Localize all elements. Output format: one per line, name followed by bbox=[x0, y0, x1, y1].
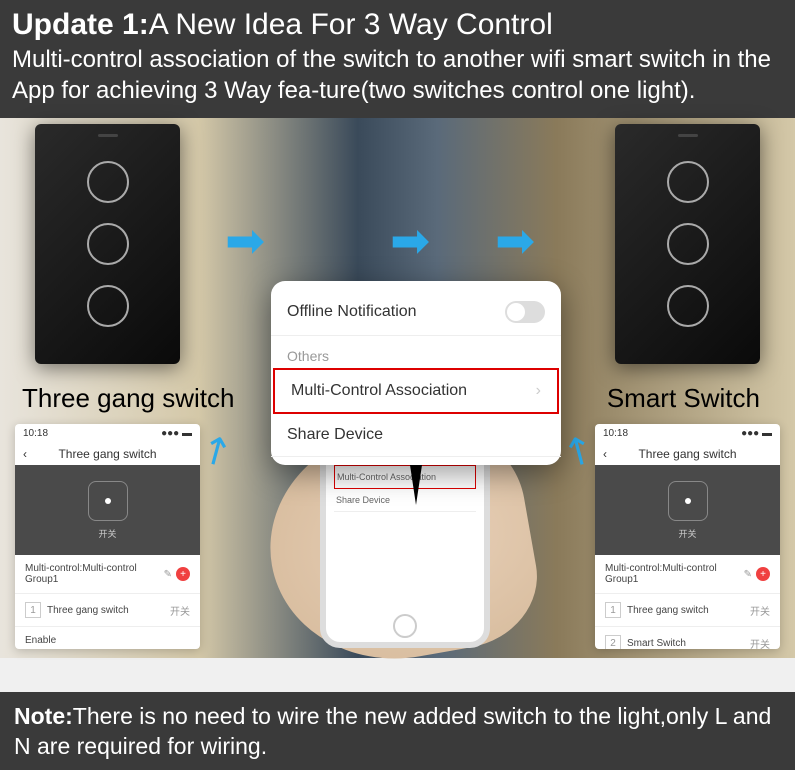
switch-tile-label: 开关 bbox=[98, 527, 116, 540]
header-title: Update 1:A New Idea For 3 Way Control bbox=[12, 8, 783, 42]
switch-button-icon bbox=[667, 285, 709, 327]
popup-multi-control-row[interactable]: Multi-Control Association › bbox=[273, 368, 559, 414]
multi-control-group-row[interactable]: Multi-control:Multi-control Group1 ✎ + bbox=[15, 555, 200, 594]
switch-button-icon bbox=[667, 223, 709, 265]
popup-callout-tail bbox=[410, 465, 422, 505]
device-index: 1 bbox=[25, 602, 41, 618]
back-chevron-icon[interactable]: ‹ bbox=[23, 447, 27, 461]
status-bar: 10:18 ●●● ▬ bbox=[15, 424, 200, 443]
app-switch-preview: 开关 bbox=[595, 465, 780, 555]
arrow-right-icon: ➡ bbox=[390, 213, 430, 269]
toggle-off-icon[interactable] bbox=[505, 301, 545, 323]
enable-label: Enable bbox=[25, 635, 56, 646]
popup-offline-label: Offline Notification bbox=[287, 303, 417, 321]
device-row-1[interactable]: 1 Three gang switch 开关 bbox=[595, 594, 780, 627]
left-switch-label: Three gang switch bbox=[22, 383, 234, 414]
app-title-text: Three gang switch bbox=[638, 447, 736, 461]
app-title-bar: ‹ Three gang switch bbox=[595, 443, 780, 465]
switch-tile-icon bbox=[668, 481, 708, 521]
multi-control-label: Multi-control:Multi-control Group1 bbox=[25, 563, 164, 585]
add-button-icon[interactable]: + bbox=[176, 567, 190, 581]
device-name: Three gang switch bbox=[47, 605, 129, 616]
device-row[interactable]: 1 Three gang switch 开关 bbox=[15, 594, 200, 627]
center-row-share: Share Device bbox=[334, 489, 476, 512]
left-app-screenshot: 10:18 ●●● ▬ ‹ Three gang switch 开关 Multi… bbox=[15, 424, 200, 649]
footer-prefix: Note: bbox=[14, 703, 73, 729]
multi-control-group-row[interactable]: Multi-control:Multi-control Group1 ✎ + bbox=[595, 555, 780, 594]
app-title-text: Three gang switch bbox=[58, 447, 156, 461]
status-time: 10:18 bbox=[603, 428, 628, 439]
multi-control-label: Multi-control:Multi-control Group1 bbox=[605, 563, 744, 585]
arrow-right-icon: ➡ bbox=[225, 213, 265, 269]
header-prefix: Update 1: bbox=[12, 8, 149, 41]
right-switch-panel bbox=[615, 124, 760, 364]
device-sub: 开关 bbox=[750, 603, 770, 618]
status-signal-icon: ●●● ▬ bbox=[161, 428, 192, 439]
arrow-right-icon: ➡ bbox=[495, 213, 535, 269]
main-diagram: Three gang switch Smart Switch ➡ ➡ ➡ ↗ ↖… bbox=[0, 118, 795, 658]
chevron-right-icon: › bbox=[536, 382, 541, 400]
back-chevron-icon[interactable]: ‹ bbox=[603, 447, 607, 461]
add-button-icon[interactable]: + bbox=[756, 567, 770, 581]
popup-share-label: Share Device bbox=[287, 426, 383, 444]
center-row-multi: Multi-Control Association bbox=[334, 465, 476, 489]
popup-share-row[interactable]: Share Device bbox=[271, 414, 561, 457]
header-title-text: A New Idea For 3 Way Control bbox=[149, 8, 553, 41]
device-sub: 开关 bbox=[170, 603, 190, 618]
switch-tile-label: 开关 bbox=[678, 527, 696, 540]
header-banner: Update 1:A New Idea For 3 Way Control Mu… bbox=[0, 0, 795, 118]
header-description: Multi-control association of the switch … bbox=[12, 44, 783, 106]
status-signal-icon: ●●● ▬ bbox=[741, 428, 772, 439]
enable-row[interactable]: Enable bbox=[15, 627, 200, 649]
settings-popup: Offline Notification Others Multi-Contro… bbox=[271, 281, 561, 465]
edit-icon[interactable]: ✎ bbox=[164, 569, 172, 580]
device-index: 1 bbox=[605, 602, 621, 618]
app-switch-preview: 开关 bbox=[15, 465, 200, 555]
left-switch-panel bbox=[35, 124, 180, 364]
switch-button-icon bbox=[87, 285, 129, 327]
popup-offline-row[interactable]: Offline Notification bbox=[271, 289, 561, 336]
switch-button-icon bbox=[667, 161, 709, 203]
device-name: Three gang switch bbox=[627, 605, 709, 616]
footer-note: Note:There is no need to wire the new ad… bbox=[0, 692, 795, 770]
popup-multi-label: Multi-Control Association bbox=[291, 382, 467, 400]
right-switch-label: Smart Switch bbox=[607, 383, 760, 414]
app-title-bar: ‹ Three gang switch bbox=[15, 443, 200, 465]
phone-home-button-icon bbox=[393, 614, 417, 638]
switch-button-icon bbox=[87, 223, 129, 265]
edit-icon[interactable]: ✎ bbox=[744, 569, 752, 580]
switch-button-icon bbox=[87, 161, 129, 203]
footer-text: There is no need to wire the new added s… bbox=[14, 703, 771, 759]
device-index: 2 bbox=[605, 635, 621, 649]
popup-others-header: Others bbox=[271, 336, 561, 368]
device-row-2[interactable]: 2 Smart Switch 开关 bbox=[595, 627, 780, 649]
switch-tile-icon bbox=[88, 481, 128, 521]
status-bar: 10:18 ●●● ▬ bbox=[595, 424, 780, 443]
status-time: 10:18 bbox=[23, 428, 48, 439]
device-sub: 开关 bbox=[750, 636, 770, 650]
right-app-screenshot: 10:18 ●●● ▬ ‹ Three gang switch 开关 Multi… bbox=[595, 424, 780, 649]
device-name: Smart Switch bbox=[627, 638, 686, 649]
